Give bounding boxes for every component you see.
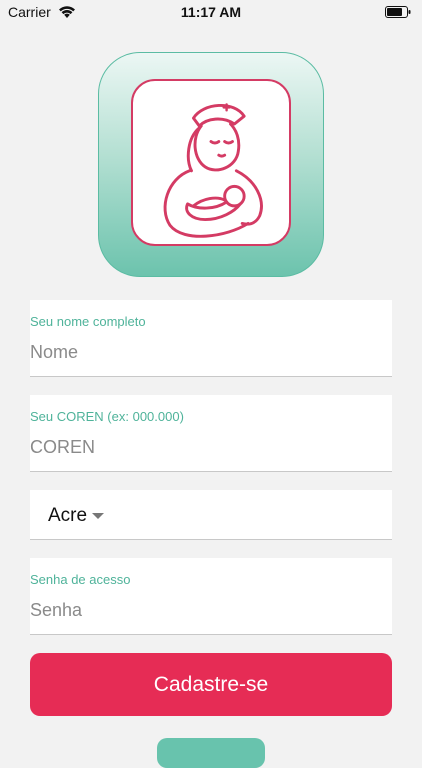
nurse-with-baby-icon: [163, 103, 263, 238]
password-label: Senha de acesso: [30, 572, 131, 587]
secondary-button[interactable]: [157, 738, 265, 768]
caret-down-icon: [92, 513, 104, 519]
password-field: Senha de acesso: [30, 558, 392, 635]
clock: 11:17 AM: [180, 4, 242, 20]
state-select-value: Acre: [48, 505, 88, 526]
name-label: Seu nome completo: [30, 314, 146, 329]
coren-label: Seu COREN (ex: 000.000): [30, 409, 184, 424]
state-select[interactable]: Acre: [30, 490, 392, 540]
coren-input[interactable]: [30, 437, 370, 458]
status-bar: Carrier 11:17 AM: [0, 0, 422, 24]
password-input[interactable]: [30, 600, 370, 621]
name-input[interactable]: [30, 342, 370, 363]
app-logo: [98, 52, 324, 277]
coren-field: Seu COREN (ex: 000.000): [30, 395, 392, 472]
logo-card: [131, 79, 291, 246]
register-button[interactable]: Cadastre-se: [30, 653, 392, 716]
name-field: Seu nome completo: [30, 300, 392, 377]
battery-icon: [385, 6, 411, 18]
